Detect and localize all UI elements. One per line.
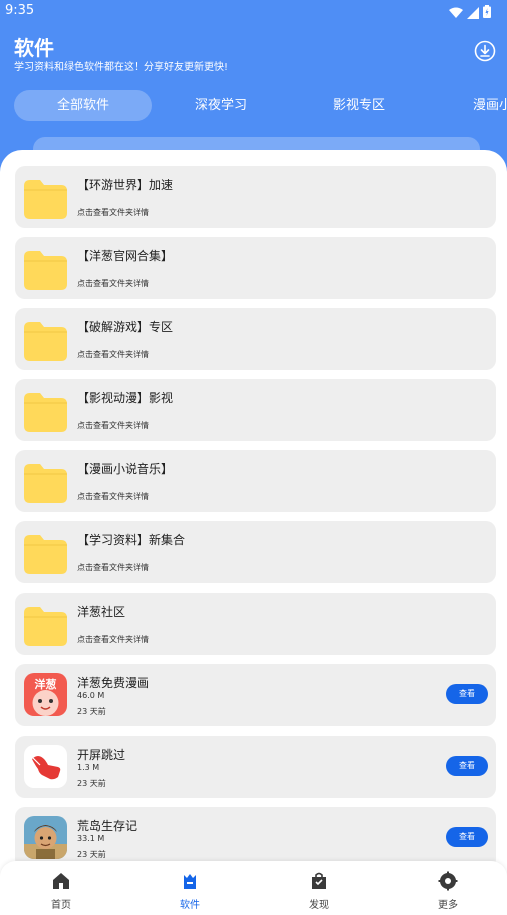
bottom-navigation: 首页 软件 发现 更多 (0, 861, 507, 915)
folder-subtitle: 点击查看文件夹详情 (77, 492, 149, 501)
folder-icon (24, 177, 67, 219)
more-gear-icon (438, 871, 458, 891)
folder-icon (24, 319, 67, 361)
app-name: 荒岛生存记 (77, 819, 138, 833)
view-button[interactable]: 查看 (446, 827, 488, 847)
folder-subtitle: 点击查看文件夹详情 (77, 563, 149, 572)
onion-comic-app-icon: 洋葱 (24, 673, 67, 716)
signal-icon (467, 4, 479, 19)
folder-subtitle: 点击查看文件夹详情 (77, 208, 149, 217)
skip-ad-app-icon (24, 745, 67, 788)
tab-late-night-study[interactable]: 深夜学习 (172, 90, 270, 121)
app-updated-time: 23 天前 (77, 779, 106, 788)
nav-more-label: 更多 (438, 900, 458, 911)
folder-title: 【环游世界】加速 (77, 178, 174, 192)
app-updated-time: 23 天前 (77, 707, 106, 716)
folder-title: 【漫画小说音乐】 (77, 462, 174, 476)
status-icons (449, 3, 491, 19)
app-card[interactable]: 荒岛生存记 33.1 M 23 天前 查看 (15, 807, 496, 869)
folder-card[interactable]: 【洋葱官网合集】 点击查看文件夹详情 (15, 237, 496, 299)
island-survival-app-icon (24, 816, 67, 859)
app-size: 33.1 M (77, 834, 105, 843)
view-button[interactable]: 查看 (446, 756, 488, 776)
software-bag-icon (184, 874, 196, 889)
nav-discover[interactable]: 发现 (289, 871, 349, 911)
folder-subtitle: 点击查看文件夹详情 (77, 350, 149, 359)
folder-subtitle: 点击查看文件夹详情 (77, 635, 149, 644)
nav-software-label: 软件 (180, 900, 200, 911)
folder-icon (24, 248, 67, 290)
folder-title: 【影视动漫】影视 (77, 391, 174, 405)
folder-card[interactable]: 【学习资料】新集合 点击查看文件夹详情 (15, 521, 496, 583)
discover-bag-icon (312, 872, 326, 889)
app-size: 46.0 M (77, 691, 105, 700)
folder-title: 【洋葱官网合集】 (77, 249, 174, 263)
view-button[interactable]: 查看 (446, 684, 488, 704)
tab-all-software[interactable]: 全部软件 (14, 90, 152, 121)
page-subtitle: 学习资料和绿色软件都在这！分享好友更新更快! (14, 62, 229, 73)
folder-icon (24, 532, 67, 574)
onion-comic-icon-text: 洋葱 (34, 678, 57, 691)
folder-card[interactable]: 【环游世界】加速 点击查看文件夹详情 (15, 166, 496, 228)
folder-icon (24, 390, 67, 432)
app-name: 洋葱免费漫画 (77, 676, 150, 690)
app-updated-time: 23 天前 (77, 850, 106, 859)
folder-title: 洋葱社区 (77, 605, 126, 619)
folder-title: 【学习资料】新集合 (77, 533, 186, 547)
status-time: 9:35 (5, 3, 35, 18)
folder-subtitle: 点击查看文件夹详情 (77, 421, 149, 430)
download-icon[interactable] (474, 40, 496, 62)
folder-card[interactable]: 【漫画小说音乐】 点击查看文件夹详情 (15, 450, 496, 512)
app-card[interactable]: 开屏跳过 1.3 M 23 天前 查看 (15, 736, 496, 798)
app-name: 开屏跳过 (77, 748, 126, 762)
battery-icon (483, 3, 491, 18)
folder-card[interactable]: 【影视动漫】影视 点击查看文件夹详情 (15, 379, 496, 441)
nav-software[interactable]: 软件 (160, 871, 220, 911)
nav-home-label: 首页 (51, 900, 71, 911)
tab-video-zone[interactable]: 影视专区 (310, 90, 408, 121)
content-list: 【环游世界】加速 点击查看文件夹详情 【洋葱官网合集】 点击查看文件夹详情 【破… (0, 150, 507, 915)
folder-title: 【破解游戏】专区 (77, 320, 174, 334)
status-bar: 9:35 (0, 0, 507, 24)
wifi-icon (449, 4, 463, 18)
nav-home[interactable]: 首页 (31, 871, 91, 911)
nav-discover-label: 发现 (309, 900, 329, 911)
header: 9:35 软件 学习资料和绿色软件都在这！分享好友更新更快! 全部软件 深夜学习… (0, 0, 507, 175)
app-card[interactable]: 洋葱 洋葱免费漫画 46.0 M 23 天前 查看 (15, 664, 496, 726)
folder-subtitle: 点击查看文件夹详情 (77, 279, 149, 288)
category-tabs: 全部软件 深夜学习 影视专区 漫画小说 (0, 90, 507, 122)
folder-icon (24, 604, 67, 646)
home-icon (53, 873, 69, 889)
page-title: 软件 (14, 36, 54, 60)
nav-more[interactable]: 更多 (418, 871, 478, 911)
folder-card[interactable]: 洋葱社区 点击查看文件夹详情 (15, 593, 496, 655)
tab-comics-novels[interactable]: 漫画小说 (448, 90, 507, 121)
folder-icon (24, 461, 67, 503)
app-size: 1.3 M (77, 763, 100, 772)
folder-card[interactable]: 【破解游戏】专区 点击查看文件夹详情 (15, 308, 496, 370)
